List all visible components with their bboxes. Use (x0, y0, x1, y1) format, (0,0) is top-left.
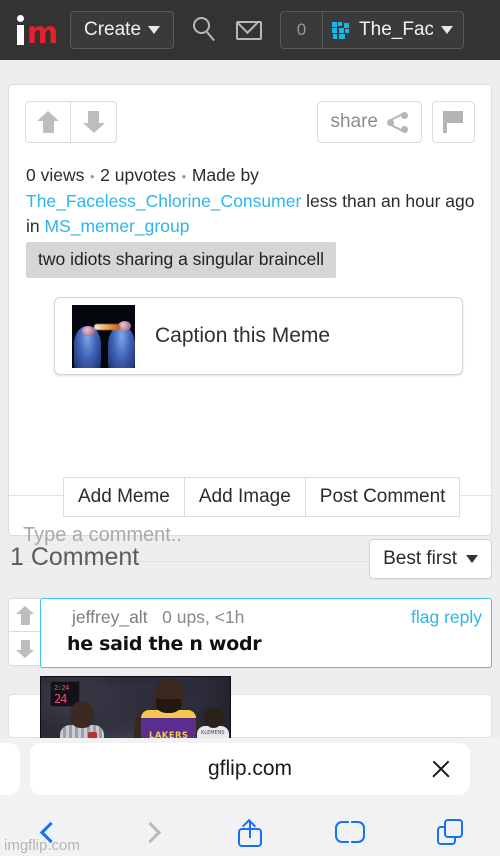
site-header: m Create 0 The_Fac (0, 0, 500, 60)
upvote-count: 2 upvotes (100, 165, 177, 185)
comment-actions: flag reply (411, 607, 482, 628)
sort-comments-dropdown[interactable]: Best first (369, 539, 492, 579)
chevron-down-icon (441, 26, 454, 34)
author-link[interactable]: The_Faceless_Chlorine_Consumer (26, 191, 301, 211)
share-up-icon (238, 817, 262, 847)
scoreboard-time: 2:24 (54, 684, 69, 692)
meta-separator: • (178, 168, 190, 184)
search-icon (192, 17, 218, 43)
logo-m-letter: m (27, 16, 58, 51)
url-bar-edge (0, 743, 20, 795)
comment-stats: 0 ups, <1h (162, 607, 245, 627)
envelope-icon (236, 20, 263, 40)
share-button-label: share (330, 111, 378, 132)
comment-meta: jeffrey_alt 0 ups, <1h (72, 607, 244, 628)
comment-upvote-button[interactable] (8, 598, 42, 632)
stream-link[interactable]: MS_memer_group (45, 216, 190, 236)
notification-count[interactable]: 0 (281, 12, 324, 48)
app-root: m Create 0 The_Fac share 0 views • 2 upv… (0, 0, 500, 856)
arrow-down-icon (16, 639, 34, 659)
arrow-up-icon (16, 605, 34, 625)
comment-flag-link[interactable]: flag (411, 607, 439, 627)
search-button[interactable] (192, 17, 218, 43)
chevron-down-icon (148, 26, 161, 34)
imgflip-watermark: imgflip.com (4, 837, 80, 854)
forward-button[interactable] (100, 821, 200, 843)
arrow-down-icon (82, 110, 105, 134)
post-meta: 0 views • 2 upvotes • Made by The_Facele… (26, 163, 477, 239)
chevron-right-icon (139, 821, 161, 843)
safari-bottom-bar: gflip.com imgflip.com (0, 738, 500, 856)
close-icon[interactable] (430, 758, 452, 780)
comment-count-label: 1 Comment (10, 543, 140, 571)
post-title: two idiots sharing a singular braincell (26, 242, 336, 278)
add-meme-button[interactable]: Add Meme (63, 477, 185, 517)
sort-comments-label: Best first (383, 548, 457, 569)
user-menu-button[interactable]: The_Fac (323, 12, 463, 48)
post-vote-group (25, 101, 117, 143)
url-text: gflip.com (207, 757, 293, 780)
comment-vote-group (8, 598, 42, 666)
opponent-name-label: KLEMENS (201, 730, 225, 736)
post-card: share 0 views • 2 upvotes • Made by The_… (8, 84, 493, 562)
caption-this-meme-button[interactable]: Caption this Meme (54, 297, 463, 375)
post-comment-button[interactable]: Post Comment (305, 477, 461, 517)
meme-thumbnail (72, 304, 135, 368)
tabs-button[interactable] (400, 819, 500, 845)
composer-actions: Add Meme Add Image Post Comment (63, 477, 461, 517)
share-nodes-icon (387, 111, 409, 133)
view-count: 0 views (26, 165, 85, 185)
url-bar[interactable]: gflip.com (30, 743, 470, 795)
avatar-icon (332, 21, 351, 39)
caption-this-meme-label: Caption this Meme (155, 324, 331, 347)
bookmarks-button[interactable] (300, 821, 400, 843)
downvote-button[interactable] (71, 101, 117, 143)
flag-icon (443, 111, 464, 133)
username-label: The_Fac (359, 19, 434, 40)
messages-button[interactable] (236, 20, 263, 40)
comment-text: he said the n wodr (67, 633, 262, 655)
create-button-label: Create (84, 19, 142, 40)
create-button[interactable]: Create (70, 11, 175, 49)
comments-header: 1 Comment Best first (0, 539, 500, 587)
chevron-down-icon (466, 555, 478, 563)
comment-author[interactable]: jeffrey_alt (72, 607, 148, 627)
share-sheet-button[interactable] (200, 817, 300, 847)
book-icon (335, 821, 365, 843)
logo-i-dot (17, 15, 24, 22)
add-image-button[interactable]: Add Image (184, 477, 306, 517)
meta-separator: • (86, 168, 99, 184)
logo-i-stem (17, 25, 24, 45)
comment-reply-link[interactable]: reply (444, 607, 482, 627)
share-button[interactable]: share (317, 101, 422, 143)
made-by-label: Made by (191, 165, 259, 185)
comment-downvote-button[interactable] (8, 632, 42, 666)
imgflip-logo[interactable]: m (14, 10, 58, 51)
comment-item: jeffrey_alt 0 ups, <1h flag reply he sai… (40, 598, 492, 668)
user-notification-group: 0 The_Fac (280, 11, 465, 49)
tabs-icon (437, 819, 463, 845)
arrow-up-icon (37, 110, 59, 134)
flag-button[interactable] (432, 101, 475, 143)
upvote-button[interactable] (25, 101, 71, 143)
